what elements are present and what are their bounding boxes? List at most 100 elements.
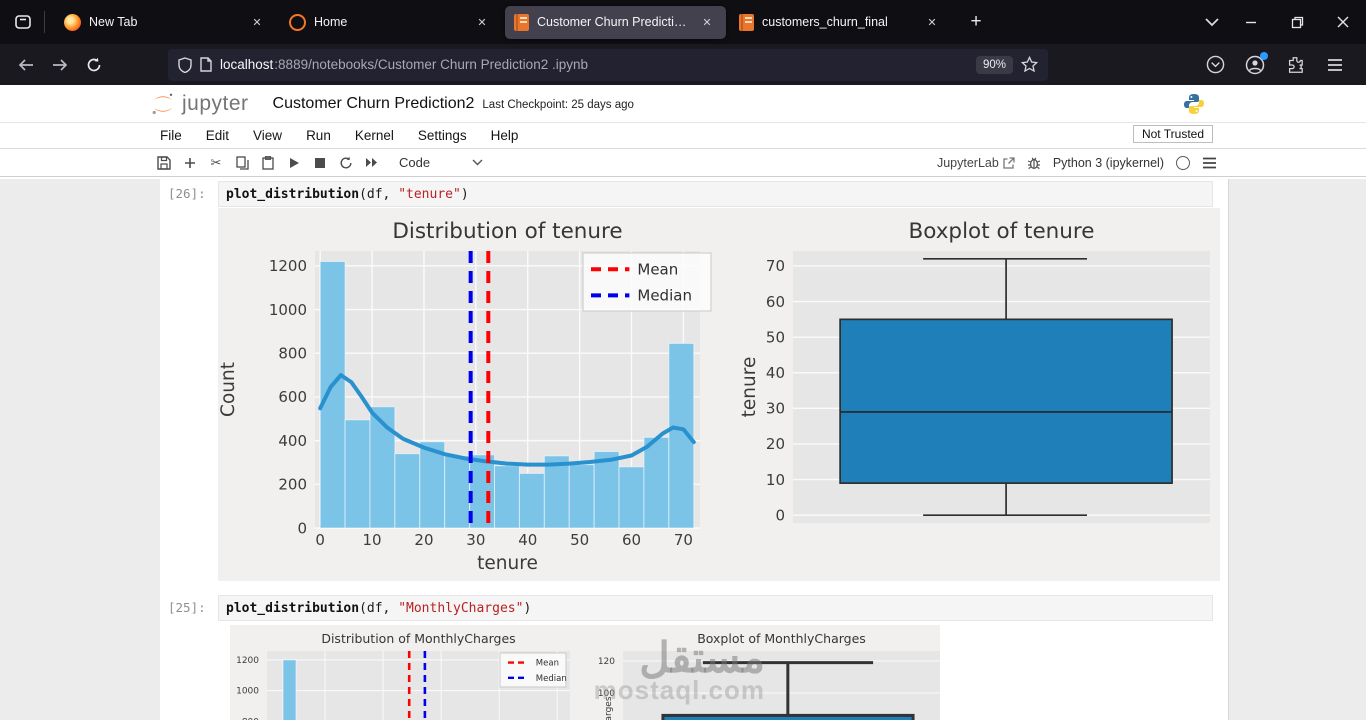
interrupt-kernel-button[interactable] [307, 152, 333, 174]
svg-text:70: 70 [674, 531, 693, 549]
jupyter-wordmark: jupyter [182, 91, 249, 115]
reload-button[interactable] [78, 50, 110, 80]
bookmark-star-icon[interactable] [1021, 56, 1038, 73]
svg-text:10: 10 [363, 531, 382, 549]
svg-text:0: 0 [775, 506, 785, 524]
url-host: localhost [220, 57, 274, 72]
pocket-icon [1206, 55, 1224, 74]
trust-status-badge[interactable]: Not Trusted [1132, 125, 1213, 143]
code-input[interactable]: plot_distribution (df, "tenure") [218, 181, 1213, 207]
menu-kernel[interactable]: Kernel [355, 128, 394, 143]
notebook-icon [514, 13, 529, 31]
run-cell-button[interactable] [281, 152, 307, 174]
shield-icon [178, 56, 192, 73]
svg-text:0: 0 [315, 531, 325, 549]
cell-type-dropdown[interactable]: Code [399, 155, 483, 170]
execution-count: [26]: [168, 186, 206, 201]
svg-text:10: 10 [766, 471, 785, 489]
svg-text:50: 50 [570, 531, 589, 549]
svg-text:Boxplot of MonthlyCharges: Boxplot of MonthlyCharges [697, 631, 866, 646]
svg-text:70: 70 [766, 257, 785, 275]
toolbar-menu-icon[interactable] [1202, 157, 1217, 169]
svg-text:0: 0 [297, 519, 307, 537]
browser-tab-bar: New Tab ✕ Home ✕ Customer Churn Prediction2 ✕… [0, 0, 1366, 44]
code-input[interactable]: plot_distribution (df, "MonthlyCharges") [218, 595, 1213, 621]
reload-icon [87, 57, 101, 71]
svg-text:60: 60 [766, 293, 785, 311]
paste-cell-button[interactable] [255, 152, 281, 174]
notification-dot [1260, 51, 1268, 60]
new-tab-button[interactable]: + [961, 7, 991, 37]
menu-settings[interactable]: Settings [418, 128, 467, 143]
tab-close-button[interactable]: ✕ [472, 12, 492, 32]
browser-tab-1[interactable]: New Tab ✕ [55, 6, 276, 39]
account-button[interactable] [1240, 50, 1270, 80]
puzzle-icon [1288, 56, 1303, 73]
url-bar[interactable]: localhost:8889/notebooks/Customer Churn … [168, 48, 1048, 81]
restart-run-all-button[interactable] [359, 152, 385, 174]
svg-text:Distribution of MonthlyCharges: Distribution of MonthlyCharges [321, 631, 515, 646]
menu-file[interactable]: File [160, 128, 182, 143]
kernel-name[interactable]: Python 3 (ipykernel) [1053, 156, 1164, 170]
output-figure-tenure: 0 200 400 600 800 1000 1200 0 10 20 30 40 50 60 70 tenu… [218, 208, 1220, 581]
menu-help[interactable]: Help [491, 128, 519, 143]
code-token: (df, [359, 186, 399, 202]
tab-close-button[interactable]: ✕ [697, 12, 717, 32]
debugger-bug-icon[interactable] [1027, 156, 1041, 170]
firefox-icon [64, 13, 81, 31]
app-menu-button[interactable] [1320, 50, 1350, 80]
zoom-level-badge[interactable]: 90% [975, 55, 1013, 74]
svg-text:tenure: tenure [739, 357, 760, 418]
close-window-button[interactable] [1320, 0, 1366, 44]
browser-tab-2[interactable]: Home ✕ [280, 6, 501, 39]
svg-text:800: 800 [278, 344, 307, 362]
notebook-icon [739, 13, 754, 31]
tab-title: Customer Churn Prediction2 [537, 15, 689, 29]
chevron-down-icon [472, 159, 483, 166]
svg-text:120: 120 [598, 657, 615, 667]
restore-button[interactable] [1274, 0, 1320, 44]
output-figure-monthlycharges: 80010001200Distribution of MonthlyCharge… [230, 625, 940, 720]
kernel-status-icon [1176, 155, 1190, 170]
svg-text:200: 200 [278, 476, 307, 494]
browser-tab-4[interactable]: customers_churn_final ✕ [730, 6, 951, 39]
pocket-button[interactable] [1200, 50, 1230, 80]
code-token: ) [523, 600, 532, 616]
notebook-toolbar: ✂ Code JupyterLab Python 3 (ipykernel) [0, 149, 1366, 177]
tab-close-button[interactable]: ✕ [922, 12, 942, 32]
close-icon [1337, 16, 1349, 28]
save-button[interactable] [151, 152, 177, 174]
jupyter-logo[interactable]: jupyter [150, 91, 249, 117]
python-logo-icon [1182, 92, 1206, 121]
menu-run[interactable]: Run [306, 128, 331, 143]
menu-edit[interactable]: Edit [206, 128, 229, 143]
copy-cell-button[interactable] [229, 152, 255, 174]
svg-text:400: 400 [278, 432, 307, 450]
external-link-icon [1003, 156, 1015, 169]
firefox-view-button[interactable] [6, 6, 40, 38]
tab-list: New Tab ✕ Home ✕ Customer Churn Prediction2 ✕… [53, 5, 953, 39]
notebook-title[interactable]: Customer Churn Prediction2 [273, 95, 475, 113]
restart-kernel-button[interactable] [333, 152, 359, 174]
menu-bar: Not Trusted File Edit View Run Kernel Setting… [0, 123, 1366, 149]
notebook-header: jupyter Customer Churn Prediction2 Last … [0, 85, 1366, 123]
svg-text:Distribution of tenure: Distribution of tenure [392, 219, 622, 244]
svg-text:60: 60 [622, 531, 641, 549]
open-jupyterlab-link[interactable]: JupyterLab [937, 156, 1015, 170]
toolbar-right: JupyterLab Python 3 (ipykernel) [937, 155, 1217, 170]
menu-view[interactable]: View [253, 128, 282, 143]
list-tabs-button[interactable] [1196, 7, 1228, 37]
svg-text:Mean: Mean [536, 658, 559, 668]
extensions-button[interactable] [1280, 50, 1310, 80]
notebook-scroll-area[interactable]: [26]: plot_distribution (df, "tenure") 0 2… [0, 179, 1366, 720]
jupyter-page: jupyter Customer Churn Prediction2 Last … [0, 85, 1366, 720]
svg-text:Median: Median [637, 287, 692, 305]
add-cell-button[interactable] [177, 152, 203, 174]
cut-cell-button[interactable]: ✂ [203, 152, 229, 174]
browser-tab-3[interactable]: Customer Churn Prediction2 ✕ [505, 5, 726, 39]
code-token-function: plot_distribution [226, 600, 360, 616]
back-button[interactable] [10, 50, 42, 80]
forward-button[interactable] [44, 50, 76, 80]
minimize-button[interactable] [1228, 0, 1274, 44]
tab-close-button[interactable]: ✕ [247, 12, 267, 32]
